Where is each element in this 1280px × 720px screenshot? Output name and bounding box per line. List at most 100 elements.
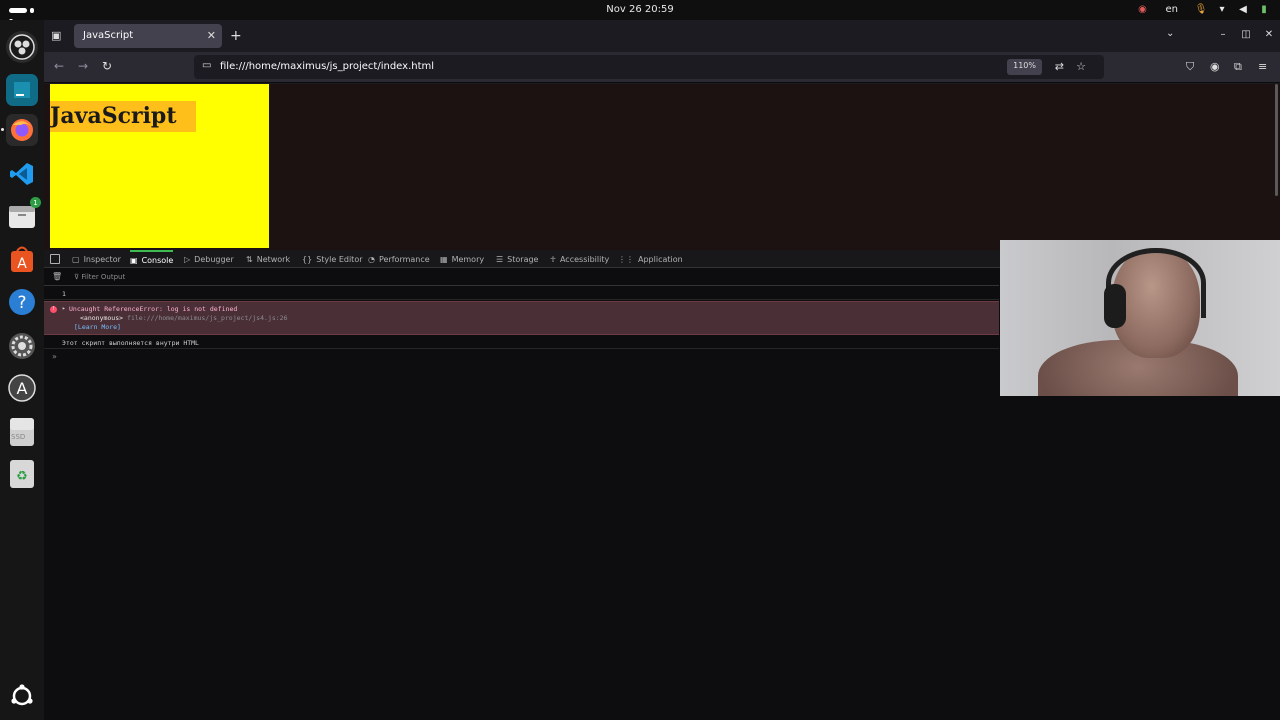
headphone-earcup (1104, 284, 1126, 328)
trash-icon: ♻ (10, 460, 34, 488)
dock-item-ssd[interactable]: SSD (6, 416, 38, 448)
application-icon: ⋮⋮ (618, 254, 634, 264)
dock-item-obs[interactable] (6, 31, 38, 63)
filter-placeholder: Filter Output (81, 273, 126, 281)
ssd-label: SSD (11, 433, 26, 441)
account-icon[interactable]: ◉ (1210, 60, 1220, 73)
app-center-icon: A (11, 246, 33, 272)
clear-console-icon[interactable]: 🗑 (52, 272, 62, 281)
running-indicator (1, 128, 4, 131)
page-heading: JavaScript (50, 101, 196, 132)
translate-icon[interactable]: ⇄ (1055, 60, 1064, 73)
error-icon: ! (50, 306, 57, 313)
tab-debugger[interactable]: ▷ Debugger (184, 250, 234, 268)
microphone-icon[interactable]: 🎙 (1195, 3, 1208, 15)
bookmark-star-icon[interactable]: ☆ (1076, 60, 1086, 73)
drive-icon (10, 418, 34, 446)
dock-item-firefox[interactable] (6, 114, 38, 146)
tab-inspector[interactable]: ▢ Inspector (72, 250, 121, 268)
element-picker-icon[interactable] (50, 254, 60, 264)
console-message-log: 1 (44, 288, 999, 300)
help-icon: ? (9, 289, 35, 315)
new-tab-icon[interactable]: + (230, 28, 242, 44)
console-log-text: Этот скрипт выполняется внутри HTML (62, 339, 199, 347)
window-close-icon[interactable]: ✕ (1262, 29, 1276, 43)
dock-item-files[interactable]: 1 (6, 197, 41, 232)
prompt-chevron-icon: » (52, 352, 57, 361)
tab-strip: ▣ JavaScript ✕ + ⌄ – ◫ ✕ (44, 20, 1280, 52)
style-editor-icon: {} (302, 254, 313, 264)
tab-storage[interactable]: ☰ Storage (496, 250, 538, 268)
battery-icon[interactable]: ▮ (1258, 3, 1270, 15)
webcam-overlay (1000, 240, 1280, 396)
wifi-icon[interactable]: ▾ (1216, 3, 1228, 15)
forward-icon[interactable]: → (78, 59, 88, 73)
files-badge: 1 (30, 197, 41, 208)
tab-close-icon[interactable]: ✕ (207, 29, 216, 42)
url-text[interactable]: file:///home/maximus/js_project/index.ht… (220, 61, 434, 72)
console-message-log: Этот скрипт выполняется внутри HTML (44, 336, 999, 349)
learn-more-link[interactable]: [Learn More] (74, 323, 121, 331)
obs-icon (9, 34, 35, 60)
tab-javascript[interactable]: JavaScript ✕ (74, 24, 222, 48)
tab-title: JavaScript (83, 30, 134, 41)
console-input-prompt[interactable]: » (52, 352, 57, 361)
tab-label: Network (256, 254, 291, 264)
tab-label: Console (141, 255, 174, 265)
desktop: Nov 26 20:59 ◉ en 🎙 ▾ ◀ ▮ 1 A ? A SSD ♻ … (0, 0, 1280, 720)
error-message: Uncaught ReferenceError: log is not defi… (69, 305, 238, 313)
navigation-toolbar: ← → ↻ ▭ file:///home/maximus/js_project/… (44, 52, 1280, 83)
dock-item-updater[interactable]: A (6, 372, 38, 404)
tab-style-editor[interactable]: {} Style Editor (302, 250, 363, 268)
console-filter-bar: 🗑 ⊽ Filter Output (44, 269, 999, 286)
stack-location-link[interactable]: file:///home/maximus/js_project/js4.js:2… (127, 314, 287, 322)
reload-icon[interactable]: ↻ (102, 59, 112, 73)
filter-output-input[interactable]: ⊽ Filter Output (74, 273, 125, 281)
dock-item-trash[interactable]: ♻ (6, 458, 38, 490)
back-icon[interactable]: ← (54, 59, 64, 73)
dock-item-settings[interactable] (6, 330, 38, 362)
tab-performance[interactable]: ◔ Performance (368, 250, 430, 268)
tab-accessibility[interactable]: ☥ Accessibility (550, 250, 609, 268)
dock-item-vscode[interactable] (6, 158, 38, 190)
language-indicator[interactable]: en (1166, 4, 1179, 15)
system-top-bar: Nov 26 20:59 ◉ en 🎙 ▾ ◀ ▮ (0, 0, 1280, 24)
page-scrollbar[interactable] (1275, 84, 1278, 196)
tab-console[interactable]: ▣ Console (130, 250, 174, 268)
tab-memory[interactable]: ▦ Memory (440, 250, 484, 268)
dock-item-ide[interactable] (6, 74, 38, 106)
zoom-indicator[interactable]: 110% (1007, 59, 1042, 75)
tab-application[interactable]: ⋮⋮ Application (618, 250, 683, 268)
expand-triangle-icon[interactable]: ▸ (62, 305, 66, 312)
page-viewport: JavaScript (44, 84, 1280, 250)
minimize-icon[interactable]: – (1216, 29, 1230, 43)
system-tray[interactable]: ◉ en 🎙 ▾ ◀ ▮ (1137, 3, 1271, 15)
network-icon: ⇅ (246, 254, 253, 264)
volume-icon[interactable]: ◀ (1237, 3, 1249, 15)
svg-text:♻: ♻ (16, 469, 28, 484)
console-log-text: 1 (62, 290, 66, 298)
dock-item-app-center[interactable]: A (6, 243, 38, 275)
tab-label: Memory (451, 254, 485, 264)
list-all-tabs-icon[interactable]: ⌄ (1166, 28, 1174, 39)
stack-function: <anonymous> (80, 314, 124, 322)
tab-list-icon[interactable]: ▣ (51, 29, 65, 43)
dock-item-help[interactable]: ? (6, 286, 38, 318)
svg-text:?: ? (17, 293, 26, 313)
page-icon: ▭ (202, 60, 212, 71)
tab-label: Debugger (194, 254, 234, 264)
menu-icon[interactable]: ≡ (1258, 60, 1267, 73)
clock[interactable]: Nov 26 20:59 (0, 4, 1280, 15)
tab-label: Style Editor (316, 254, 363, 264)
dock-item-show-apps[interactable] (6, 680, 38, 712)
url-bar[interactable]: ▭ file:///home/maximus/js_project/index.… (194, 55, 1104, 79)
inspector-icon: ▢ (72, 254, 80, 264)
svg-text:A: A (17, 256, 27, 272)
ide-icon (14, 82, 30, 98)
screencast-icon[interactable]: ◉ (1137, 3, 1149, 15)
restore-icon[interactable]: ◫ (1239, 29, 1253, 43)
tab-network[interactable]: ⇅ Network (246, 250, 290, 268)
pocket-icon[interactable]: ⛉ (1186, 60, 1194, 74)
extensions-icon[interactable]: ⧉ (1234, 60, 1242, 74)
yellow-box: JavaScript (50, 84, 269, 248)
